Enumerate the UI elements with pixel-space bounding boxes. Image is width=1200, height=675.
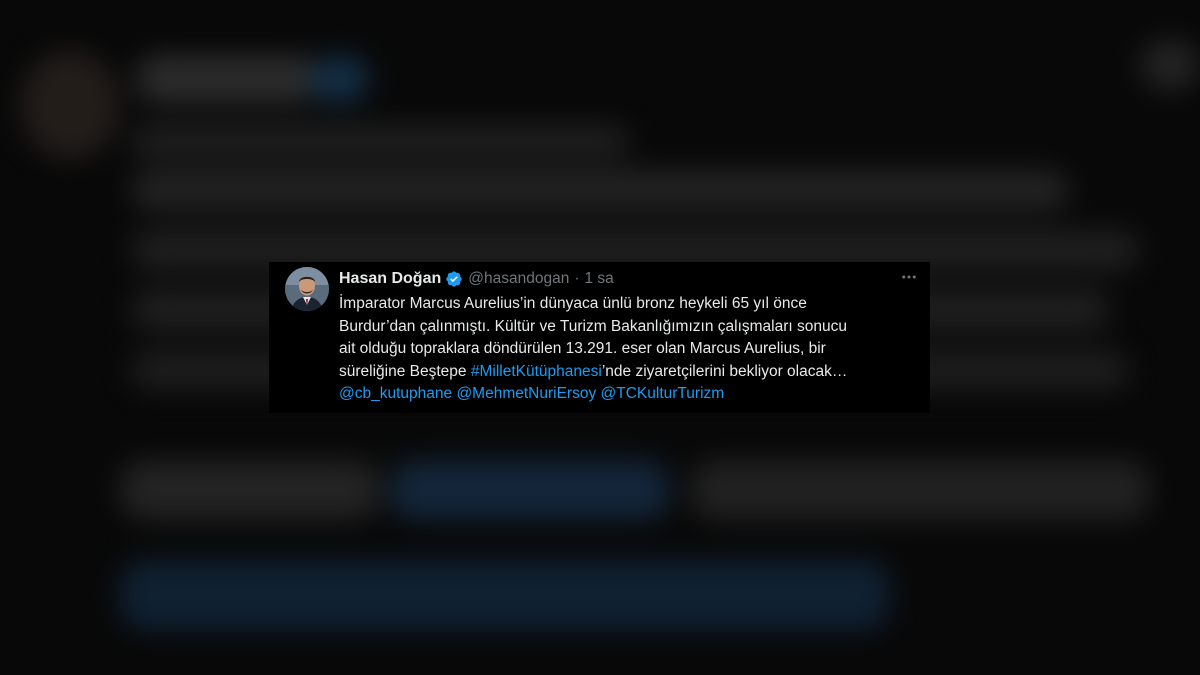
tweet-text-line: süreliğine Beştepe #MilletKütüphanesi’nd… [339, 361, 919, 384]
background-text-blur [130, 170, 1070, 210]
more-horizontal-icon[interactable] [898, 268, 920, 288]
tweet-timestamp[interactable]: 1 sa [585, 270, 614, 288]
tweet-text-line: ait olduğu topraklara döndürülen 13.291.… [339, 340, 826, 357]
author-handle[interactable]: @hasandogan [468, 270, 569, 288]
tweet-text: İmparator Marcus Aurelius’in dünyaca ünl… [339, 293, 919, 406]
mentions-line: @cb_kutuphane @MehmetNuriErsoy @TCKultur… [339, 383, 919, 406]
background-avatar-blur [20, 50, 120, 160]
tweet-text-fragment: ’nde ziyaretçilerini bekliyor olacak… [601, 362, 848, 380]
background-text-blur [130, 125, 630, 157]
screenshot-stage: Hasan Doğan @hasandogan · 1 sa İmparator… [0, 0, 1200, 675]
background-name-blur [135, 55, 320, 103]
mention-link[interactable]: @TCKulturTurizm [601, 385, 725, 402]
author-name[interactable]: Hasan Doğan [339, 270, 441, 288]
tweet-text-fragment: süreliğine Beştepe [339, 362, 471, 380]
background-link-blur [120, 560, 890, 630]
background-link-blur [390, 460, 670, 520]
tweet-text-line: İmparator Marcus Aurelius’in dünyaca ünl… [339, 295, 807, 312]
avatar-portrait-icon [285, 267, 329, 311]
separator-dot: · [574, 270, 580, 287]
background-badge-blur [310, 55, 370, 103]
mention-link[interactable]: @MehmetNuriErsoy [456, 385, 596, 402]
tweet-text-line: Burdur’dan çalınmıştı. Kültür ve Turizm … [339, 317, 847, 335]
background-text-blur [690, 460, 1150, 520]
tweet-card[interactable]: Hasan Doğan @hasandogan · 1 sa İmparator… [269, 262, 930, 413]
background-text-blur [120, 460, 380, 520]
tweet-header: Hasan Doğan @hasandogan · 1 sa [339, 268, 614, 290]
mention-link[interactable]: @cb_kutuphane [339, 385, 452, 402]
hashtag-link[interactable]: #MilletKütüphanesi [471, 363, 602, 380]
background-icon-blur [1140, 40, 1200, 90]
avatar[interactable] [285, 267, 329, 311]
verified-badge-icon[interactable] [445, 270, 463, 288]
